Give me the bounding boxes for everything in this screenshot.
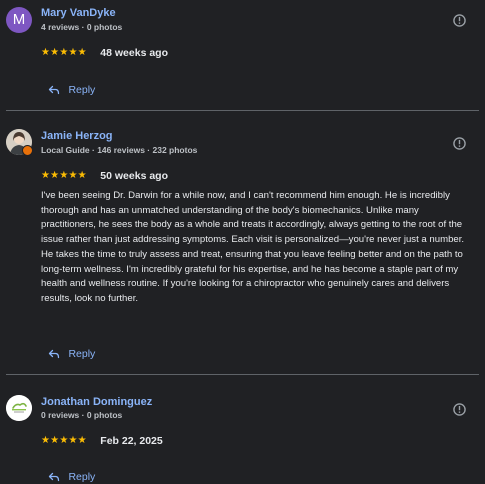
- rating-row: ★★★★★ 50 weeks ago: [41, 167, 168, 182]
- alert-circle-icon[interactable]: [453, 403, 466, 416]
- review-date: Feb 22, 2025: [100, 434, 163, 447]
- review-date: 48 weeks ago: [100, 46, 168, 59]
- reviewer-meta: Local Guide · 146 reviews · 232 photos: [41, 145, 198, 155]
- rating-row: ★★★★★ Feb 22, 2025: [41, 432, 163, 447]
- avatar[interactable]: [6, 129, 33, 156]
- reply-arrow-icon: [48, 349, 60, 358]
- reply-label: Reply: [68, 83, 96, 96]
- local-guide-badge: [22, 145, 33, 156]
- alert-circle-icon[interactable]: [453, 14, 466, 27]
- star-rating: ★★★★★: [41, 170, 87, 182]
- reply-arrow-icon: [48, 472, 60, 481]
- star-rating: ★★★★★: [41, 435, 87, 447]
- alert-circle-icon[interactable]: [453, 137, 466, 150]
- reply-button[interactable]: Reply: [48, 468, 96, 483]
- reply-label: Reply: [68, 470, 96, 483]
- reviewer-meta: 4 reviews · 0 photos: [41, 22, 123, 32]
- rating-row: ★★★★★ 48 weeks ago: [41, 44, 168, 59]
- divider: [6, 374, 479, 375]
- reviewer-name[interactable]: Jonathan Dominguez: [41, 396, 152, 408]
- reviews-list: M Mary VanDyke 4 reviews · 0 photos ★★★★…: [0, 0, 485, 484]
- reply-label: Reply: [68, 347, 96, 360]
- reply-arrow-icon: [48, 85, 60, 94]
- business-logo: [6, 395, 32, 421]
- avatar[interactable]: M: [6, 7, 32, 33]
- star-rating: ★★★★★: [41, 47, 87, 59]
- review-date: 50 weeks ago: [100, 169, 168, 182]
- review-text: I've been seeing Dr. Darwin for a while …: [41, 190, 465, 304]
- reply-button[interactable]: Reply: [48, 345, 96, 360]
- reviewer-name[interactable]: Mary VanDyke: [41, 7, 116, 19]
- reply-button[interactable]: Reply: [48, 81, 96, 96]
- divider: [6, 110, 479, 111]
- avatar-letter: M: [12, 11, 26, 28]
- reviewer-meta: 0 reviews · 0 photos: [41, 410, 123, 420]
- reviewer-name[interactable]: Jamie Herzog: [41, 130, 113, 142]
- avatar[interactable]: [6, 395, 32, 421]
